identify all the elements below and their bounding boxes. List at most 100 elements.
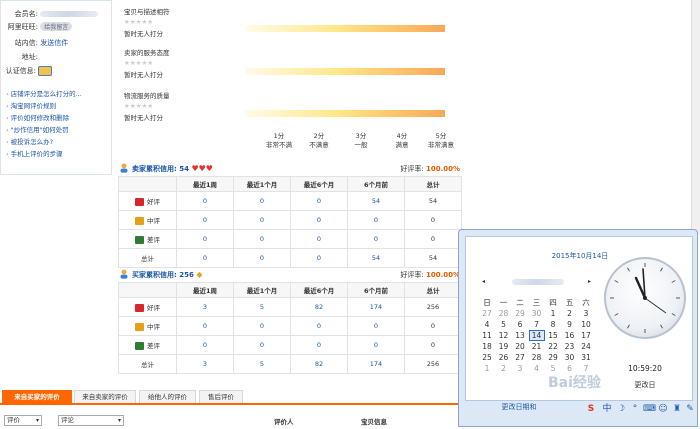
- table-cell[interactable]: 0: [176, 229, 234, 249]
- table-cell[interactable]: 0: [176, 316, 234, 336]
- table-cell[interactable]: 3: [176, 297, 234, 317]
- calendar-day[interactable]: 15: [545, 330, 561, 341]
- page-scrollbar[interactable]: [691, 0, 700, 235]
- help-link[interactable]: 店铺评分是怎么打分的...: [11, 90, 82, 98]
- calendar-day[interactable]: 12: [496, 330, 512, 341]
- table-cell[interactable]: 0: [290, 335, 348, 355]
- table-cell[interactable]: 0: [176, 335, 234, 355]
- table-cell[interactable]: 3: [176, 354, 234, 374]
- table-cell[interactable]: 82: [290, 354, 348, 374]
- calendar-day[interactable]: 1: [545, 308, 561, 319]
- change-settings-link[interactable]: 更改日: [604, 380, 686, 390]
- tab-from-sellers[interactable]: 来自卖家的评价: [74, 390, 136, 404]
- help-link[interactable]: "炒作信用"如何处罚: [11, 126, 69, 134]
- calendar-day[interactable]: 2: [496, 363, 512, 374]
- help-link[interactable]: 淘宝网评价规则: [11, 102, 57, 110]
- change-date-link[interactable]: 更改日期和: [459, 402, 579, 412]
- table-cell[interactable]: 0: [290, 229, 348, 249]
- calendar-day[interactable]: 30: [562, 352, 578, 363]
- tab-to-others[interactable]: 给他人的评价: [139, 390, 196, 404]
- table-cell[interactable]: 5: [233, 297, 291, 317]
- help-link[interactable]: 被投诉怎么办?: [11, 138, 53, 146]
- calendar-day[interactable]: 4: [479, 319, 495, 330]
- shirt-icon[interactable]: ♜: [671, 403, 683, 415]
- calendar-day[interactable]: 18: [479, 341, 495, 352]
- table-cell[interactable]: 0: [233, 335, 291, 355]
- calendar-day[interactable]: 27: [512, 352, 528, 363]
- calendar-day[interactable]: 26: [496, 352, 512, 363]
- calendar-day[interactable]: 24: [578, 341, 594, 352]
- send-message-link[interactable]: 发送信件: [40, 39, 68, 47]
- table-cell[interactable]: 0: [176, 248, 234, 268]
- table-cell[interactable]: 0: [233, 210, 291, 230]
- tab-after-sale[interactable]: 售后评价: [199, 390, 243, 404]
- table-cell[interactable]: 82: [290, 297, 348, 317]
- wangwang-message-button[interactable]: 给我留言: [40, 22, 73, 31]
- calendar-day[interactable]: 19: [496, 341, 512, 352]
- table-cell[interactable]: 0: [176, 210, 234, 230]
- calendar-day[interactable]: 11: [479, 330, 495, 341]
- calendar-day[interactable]: 25: [479, 352, 495, 363]
- calendar-day[interactable]: 9: [562, 319, 578, 330]
- review-type-select[interactable]: 评价: [4, 415, 42, 426]
- punctuation-icon[interactable]: °: [629, 403, 641, 415]
- calendar-day[interactable]: 28: [529, 352, 545, 363]
- calendar-day[interactable]: 27: [479, 308, 495, 319]
- wrench-icon[interactable]: ✎: [684, 403, 696, 415]
- calendar-day[interactable]: 16: [562, 330, 578, 341]
- sogou-input-icon[interactable]: S: [585, 403, 597, 415]
- calendar-day[interactable]: 7: [529, 319, 545, 330]
- tab-from-buyers[interactable]: 来自买家的评价: [2, 390, 72, 404]
- table-cell[interactable]: 54: [347, 191, 405, 211]
- calendar-day[interactable]: 1: [479, 363, 495, 374]
- calendar-day[interactable]: 30: [529, 308, 545, 319]
- calendar-day[interactable]: 29: [545, 352, 561, 363]
- user-icon[interactable]: ☺: [657, 403, 669, 415]
- auth-badge-icon[interactable]: [38, 66, 53, 76]
- keyboard-icon[interactable]: ⌨: [643, 403, 656, 415]
- table-cell[interactable]: 0: [290, 210, 348, 230]
- calendar-day[interactable]: 2: [562, 308, 578, 319]
- calendar-day[interactable]: 13: [512, 330, 528, 341]
- moon-icon[interactable]: ☽: [615, 403, 627, 415]
- calendar-day[interactable]: 3: [578, 308, 594, 319]
- table-cell[interactable]: 0: [347, 316, 405, 336]
- neutral-review-icon: [135, 323, 144, 331]
- calendar-day[interactable]: 31: [578, 352, 594, 363]
- table-cell[interactable]: 0: [290, 191, 348, 211]
- calendar-day[interactable]: 4: [529, 363, 545, 374]
- table-cell[interactable]: 0: [233, 229, 291, 249]
- calendar-day[interactable]: 10: [578, 319, 594, 330]
- calendar-day[interactable]: 23: [562, 341, 578, 352]
- table-cell[interactable]: 0: [290, 316, 348, 336]
- table-cell[interactable]: 0: [233, 316, 291, 336]
- review-content-select[interactable]: 评论: [58, 415, 124, 426]
- calendar-day[interactable]: 28: [496, 308, 512, 319]
- table-cell[interactable]: 174: [347, 354, 405, 374]
- table-cell[interactable]: 0: [176, 191, 234, 211]
- next-month-icon[interactable]: ▸: [588, 278, 591, 285]
- calendar-day[interactable]: 21: [529, 341, 545, 352]
- table-cell[interactable]: 0: [233, 248, 291, 268]
- calendar-day[interactable]: 6: [512, 319, 528, 330]
- prev-month-icon[interactable]: ◂: [482, 278, 485, 285]
- calendar-day[interactable]: 8: [545, 319, 561, 330]
- table-cell[interactable]: 174: [347, 297, 405, 317]
- help-link[interactable]: 评价如何修改和删除: [11, 114, 70, 122]
- calendar-day-today[interactable]: 14: [528, 330, 545, 341]
- calendar-day[interactable]: 5: [496, 319, 512, 330]
- calendar-day[interactable]: 29: [512, 308, 528, 319]
- table-cell[interactable]: 0: [290, 248, 348, 268]
- help-link[interactable]: 手机上评价的步骤: [11, 150, 63, 158]
- table-cell[interactable]: 0: [347, 229, 405, 249]
- table-cell[interactable]: 0: [347, 210, 405, 230]
- calendar-day[interactable]: 20: [512, 341, 528, 352]
- calendar-day[interactable]: 22: [545, 341, 561, 352]
- chinese-mode-icon[interactable]: 中: [601, 403, 613, 415]
- table-cell[interactable]: 5: [233, 354, 291, 374]
- calendar-day[interactable]: 3: [512, 363, 528, 374]
- table-cell[interactable]: 0: [233, 191, 291, 211]
- table-cell[interactable]: 54: [347, 248, 405, 268]
- calendar-day[interactable]: 17: [578, 330, 594, 341]
- table-cell[interactable]: 0: [347, 335, 405, 355]
